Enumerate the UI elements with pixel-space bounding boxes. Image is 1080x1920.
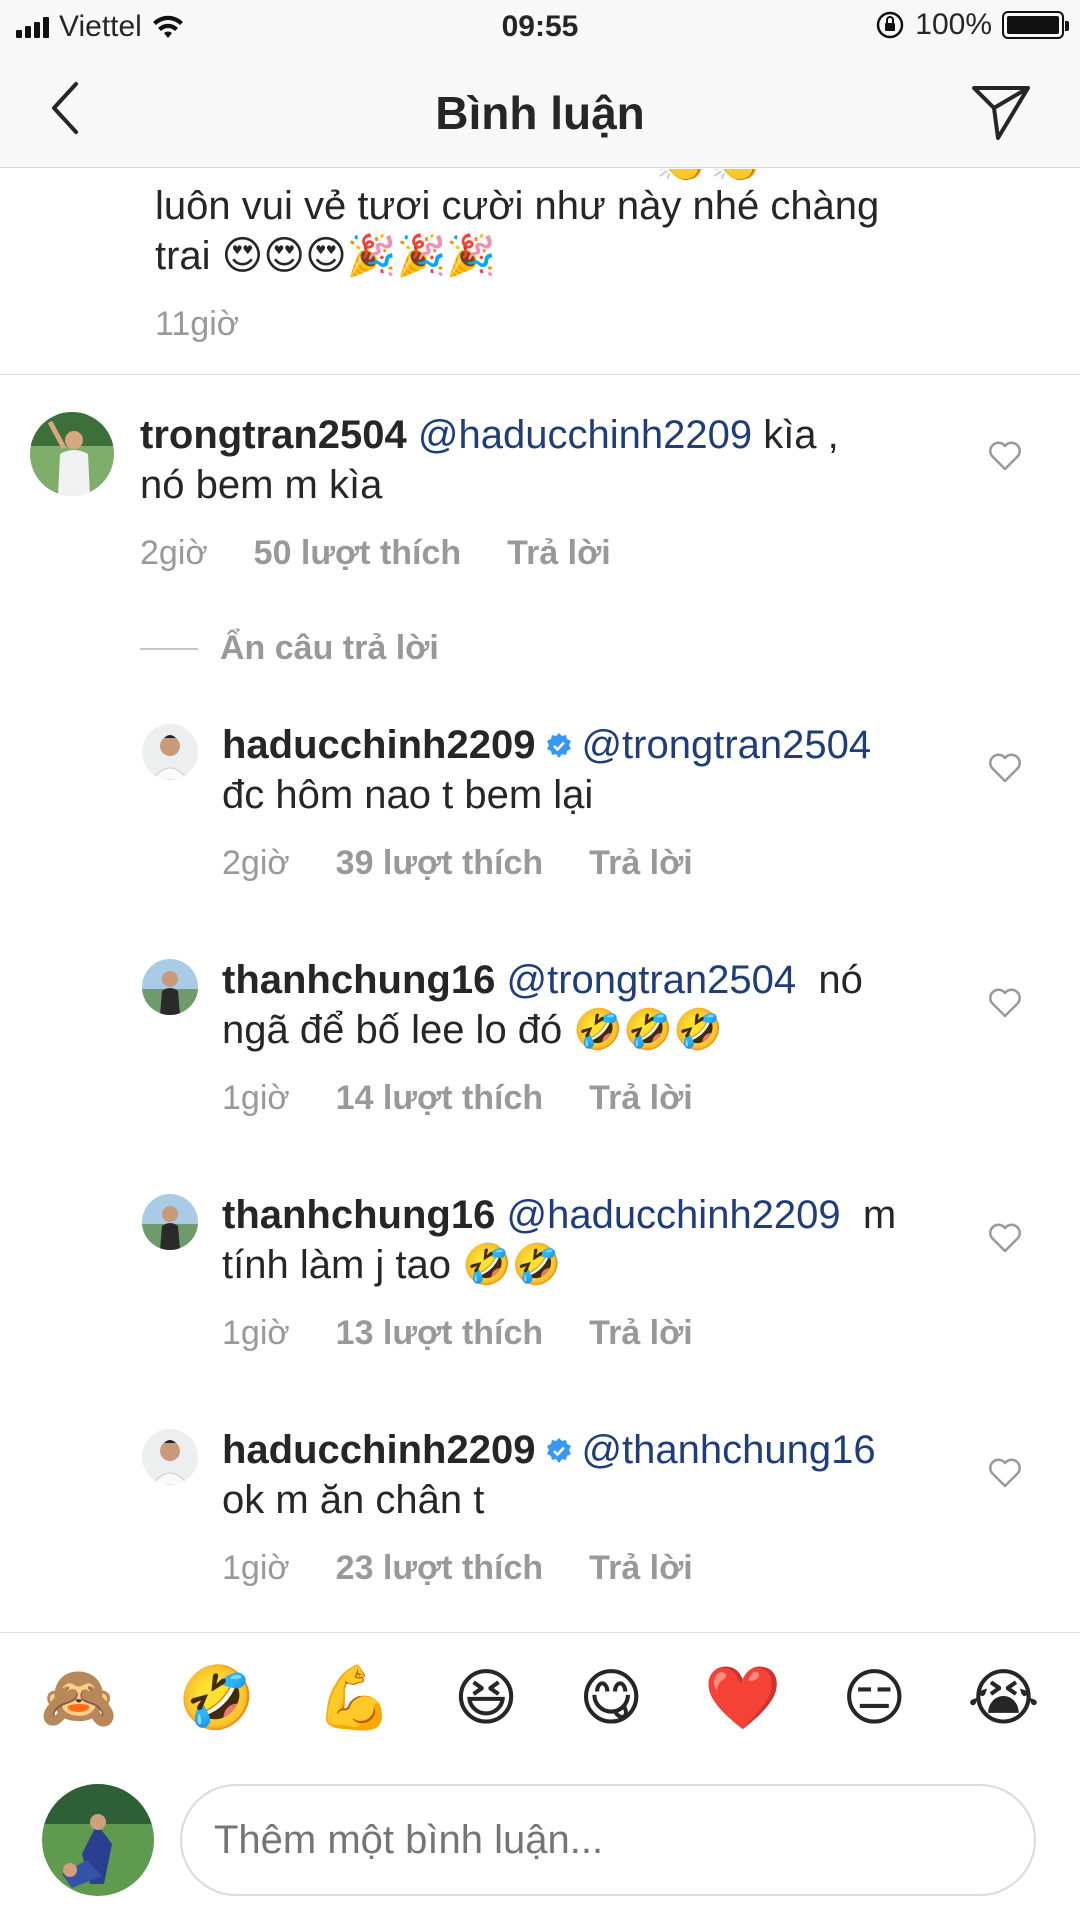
emoji-yum-button[interactable]: 😋 — [579, 1667, 644, 1730]
battery-icon — [1002, 11, 1069, 39]
reply-button[interactable]: Trả lời — [589, 1079, 693, 1118]
heart-icon[interactable] — [988, 1222, 1022, 1254]
reply-text: ngã để bố lee lo đó 🤣🤣🤣 — [222, 1008, 723, 1052]
reply-text: ok m ăn chân t — [222, 1478, 485, 1522]
verified-badge-icon — [547, 1438, 572, 1463]
heart-icon[interactable] — [988, 987, 1022, 1019]
emoji-heart-button[interactable]: ❤️ — [704, 1667, 781, 1730]
like-count[interactable]: 39 lượt thích — [336, 844, 544, 883]
comment-text-line2: nó bem m kìa — [140, 463, 383, 507]
like-count[interactable]: 23 lượt thích — [336, 1549, 544, 1588]
avatar[interactable] — [142, 1429, 198, 1485]
comment-body: trongtran2504 @haducchinh2209 kìa , nó b… — [140, 410, 960, 573]
reply-mention[interactable]: @thanhchung16 — [581, 1428, 875, 1472]
comment-username[interactable]: trongtran2504 — [140, 413, 407, 457]
reply-time: 1giờ — [222, 1314, 290, 1352]
status-bar: Viettel 09:55 100% — [0, 0, 1080, 56]
top-comment-partial: 👏👏 luôn vui vẻ tươi cười như này nhé chà… — [155, 169, 1035, 344]
avatar[interactable] — [142, 1194, 198, 1250]
emoji-laughing-button[interactable]: 😆 — [454, 1667, 519, 1730]
hide-replies-toggle[interactable]: Ẩn câu trả lời — [140, 629, 439, 668]
emoji-rofl-button[interactable]: 🤣 — [178, 1667, 255, 1730]
like-count[interactable]: 50 lượt thích — [254, 534, 462, 573]
comment-meta: 2giờ 50 lượt thích Trả lời — [140, 534, 960, 573]
battery-percent: 100% — [915, 8, 992, 41]
comment-composer — [0, 1764, 1080, 1920]
comment-time: 11giờ — [155, 305, 240, 343]
reply-username[interactable]: thanhchung16 — [222, 1193, 495, 1237]
avatar[interactable] — [142, 959, 198, 1015]
divider — [140, 647, 198, 650]
reply-username[interactable]: haducchinh2209 — [222, 1428, 535, 1472]
hide-replies-label[interactable]: Ẩn câu trả lời — [220, 629, 439, 668]
verified-badge-icon — [547, 733, 572, 758]
comment-mention[interactable]: @haducchinh2209 — [418, 413, 752, 457]
reply-mention[interactable]: @trongtran2504 — [581, 723, 871, 767]
reply-body: haducchinh2209 @thanhchung16 ok m ăn chân… — [222, 1425, 982, 1588]
emoji-see-no-evil-button[interactable]: 🙈 — [40, 1667, 117, 1730]
reply-meta: 2giờ 39 lượt thích Trả lời — [222, 844, 982, 883]
clipped-emoji: 👏👏 — [655, 169, 765, 185]
reply-mention[interactable]: @haducchinh2209 — [506, 1193, 840, 1237]
rotation-lock-icon — [877, 11, 904, 39]
reply-mention[interactable]: @trongtran2504 — [506, 958, 796, 1002]
comment-time: 2giờ — [140, 534, 208, 572]
divider — [0, 374, 1080, 375]
comment-text: kìa , — [752, 413, 839, 457]
reply-button[interactable]: Trả lời — [507, 534, 611, 573]
reply-text: đc hôm nao t bem lại — [222, 773, 594, 817]
reply-username[interactable]: thanhchung16 — [222, 958, 495, 1002]
reply-username[interactable]: haducchinh2209 — [222, 723, 535, 767]
paper-plane-icon[interactable] — [968, 78, 1034, 144]
heart-icon[interactable] — [988, 1457, 1022, 1489]
reply-button[interactable]: Trả lời — [589, 1314, 693, 1353]
avatar[interactable] — [142, 724, 198, 780]
comment-input[interactable] — [180, 1784, 1036, 1896]
like-count[interactable]: 14 lượt thích — [336, 1079, 544, 1118]
reply-time: 1giờ — [222, 1549, 290, 1587]
navigation-header: Bình luận — [0, 56, 1080, 168]
emoji-sob-button[interactable]: 😭 — [967, 1667, 1039, 1730]
reply-meta: 1giờ 13 lượt thích Trả lời — [222, 1314, 982, 1353]
heart-icon[interactable] — [988, 440, 1022, 472]
reply-body: haducchinh2209 @trongtran2504 đc hôm nao … — [222, 720, 982, 883]
heart-icon[interactable] — [988, 752, 1022, 784]
comment-meta: 11giờ — [155, 305, 1035, 344]
comment-text: luôn vui vẻ tươi cười như này nhé chàng … — [155, 184, 880, 278]
page-title: Bình luận — [435, 87, 645, 139]
emoji-muscle-button[interactable]: 💪 — [316, 1667, 393, 1730]
reply-time: 2giờ — [222, 844, 290, 882]
emoji-quick-bar: 🙈 🤣 💪 😆 😋 ❤️ 😑 😭 — [0, 1632, 1080, 1764]
emoji-expressionless-button[interactable]: 😑 — [842, 1667, 907, 1730]
reply-button[interactable]: Trả lời — [589, 844, 693, 883]
current-user-avatar — [42, 1784, 154, 1896]
comments-list[interactable]: 👏👏 luôn vui vẻ tươi cười như này nhé chà… — [0, 169, 1080, 1633]
reply-time: 1giờ — [222, 1079, 290, 1117]
reply-meta: 1giờ 14 lượt thích Trả lời — [222, 1079, 982, 1118]
reply-button[interactable]: Trả lời — [589, 1549, 693, 1588]
reply-text: tính làm j tao 🤣🤣 — [222, 1243, 562, 1287]
reply-body: thanhchung16 @trongtran2504 nó ngã để bố… — [222, 955, 982, 1118]
avatar[interactable] — [30, 412, 114, 496]
reply-body: thanhchung16 @haducchinh2209 m tính làm … — [222, 1190, 982, 1353]
like-count[interactable]: 13 lượt thích — [336, 1314, 544, 1353]
reply-meta: 1giờ 23 lượt thích Trả lời — [222, 1549, 982, 1588]
